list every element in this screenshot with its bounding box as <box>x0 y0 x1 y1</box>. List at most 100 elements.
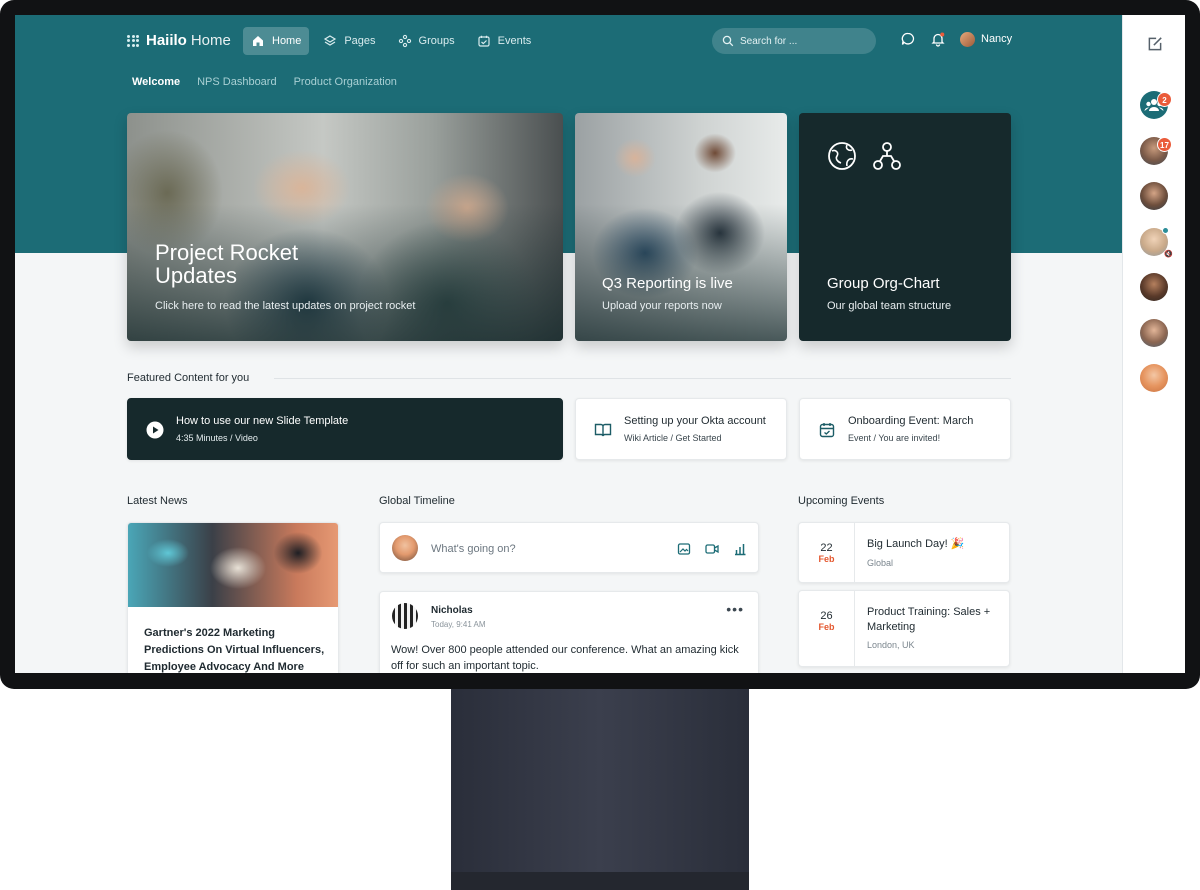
featured-item-onboarding[interactable]: Onboarding Event: March Event / You are … <box>799 398 1011 460</box>
nav-label: Pages <box>344 35 376 47</box>
event-title: Product Training: Sales + Marketing <box>867 606 991 633</box>
nav-item-home[interactable]: Home <box>243 27 310 55</box>
hero-card-subtitle: Click here to read the latest updates on… <box>155 300 416 312</box>
post-composer[interactable]: What's going on? <box>379 522 759 573</box>
avatar <box>392 603 418 629</box>
logo-dots-icon <box>127 34 139 47</box>
more-options-icon[interactable]: ••• <box>726 601 744 617</box>
post-body: Wow! Over 800 people attended our confer… <box>391 644 739 672</box>
video-icon[interactable] <box>705 542 719 556</box>
news-image <box>128 523 338 607</box>
avatar <box>392 535 418 561</box>
news-title: Gartner's 2022 Marketing Predictions On … <box>144 627 325 673</box>
section-title-timeline: Global Timeline <box>379 495 455 507</box>
post-author[interactable]: Nicholas <box>431 605 473 616</box>
monitor-stand <box>451 689 749 890</box>
notification-badge: 2 <box>1157 92 1172 107</box>
hero-card-subtitle: Upload your reports now <box>602 300 722 312</box>
search-placeholder: Search for ... <box>740 35 798 47</box>
calendar-check-icon <box>819 423 835 438</box>
section-title-events: Upcoming Events <box>798 495 885 507</box>
nav-item-groups[interactable]: Groups <box>390 27 463 55</box>
monitor-frame: Haiilo Home Home Pages Groups Events Sea… <box>0 0 1200 689</box>
featured-item-meta: Wiki Article / Get Started <box>624 433 722 443</box>
bell-icon[interactable] <box>930 31 946 47</box>
brand-name: Haiilo <box>146 32 187 49</box>
nav-item-events[interactable]: Events <box>469 27 540 55</box>
featured-item-meta: Event / You are invited! <box>848 433 941 443</box>
featured-item-slide-template[interactable]: How to use our new Slide Template 4:35 M… <box>127 398 563 460</box>
divider <box>274 378 1011 379</box>
chat-icon[interactable] <box>900 31 916 47</box>
featured-item-title: Setting up your Okta account <box>624 415 766 427</box>
event-day: 22 <box>820 542 833 554</box>
event-location: Global <box>867 558 894 568</box>
hero-card-project-rocket[interactable]: Project Rocket Updates Click here to rea… <box>127 113 563 341</box>
right-sidebar: 2 17 🔇 <box>1122 15 1185 673</box>
section-title-featured: Featured Content for you <box>127 372 250 384</box>
muted-icon: 🔇 <box>1164 251 1173 258</box>
user-menu[interactable]: Nancy <box>960 31 1013 47</box>
contact-avatar[interactable] <box>1140 182 1168 210</box>
event-item[interactable]: 22 Feb Big Launch Day! 🎉 Global <box>798 522 1010 583</box>
calendar-icon <box>478 35 490 47</box>
featured-item-meta: 4:35 Minutes / Video <box>176 433 258 443</box>
top-bar: Haiilo Home Home Pages Groups Events Sea… <box>127 27 1027 55</box>
user-name: Nancy <box>981 33 1013 45</box>
event-day: 26 <box>820 610 833 622</box>
poll-icon[interactable] <box>733 542 747 556</box>
groups-icon <box>398 34 411 48</box>
event-month: Feb <box>818 554 835 564</box>
event-date: 26 Feb <box>799 591 855 666</box>
hero-card-title: Project Rocket Updates <box>155 240 299 288</box>
sub-nav: Welcome NPS Dashboard Product Organizati… <box>132 76 397 88</box>
hero-card-title: Q3 Reporting is live <box>602 275 733 292</box>
image-icon[interactable] <box>677 542 691 556</box>
hero-card-title: Group Org-Chart <box>827 275 940 292</box>
tab-nps-dashboard[interactable]: NPS Dashboard <box>197 76 277 88</box>
tab-product-organization[interactable]: Product Organization <box>294 76 397 88</box>
home-icon <box>253 36 263 46</box>
globe-icon <box>828 142 856 170</box>
brand-suffix: Home <box>190 32 231 49</box>
nav-item-pages[interactable]: Pages <box>315 27 383 55</box>
nav-label: Events <box>497 35 532 47</box>
event-item[interactable]: 26 Feb Product Training: Sales + Marketi… <box>798 590 1010 667</box>
book-icon <box>594 423 612 437</box>
tab-welcome[interactable]: Welcome <box>132 76 180 88</box>
hero-card-q3-reporting[interactable]: Q3 Reporting is live Upload your reports… <box>575 113 787 341</box>
featured-item-title: Onboarding Event: March <box>848 415 974 427</box>
news-card[interactable]: Gartner's 2022 Marketing Predictions On … <box>127 522 339 673</box>
brand-logo[interactable]: Haiilo Home <box>127 32 231 49</box>
avatar <box>960 31 975 47</box>
contact-avatar[interactable] <box>1140 273 1168 301</box>
play-icon <box>146 421 164 439</box>
app-screen: Haiilo Home Home Pages Groups Events Sea… <box>15 15 1185 673</box>
org-chart-icon <box>873 142 901 170</box>
section-title-news: Latest News <box>127 495 188 507</box>
hero-card-subtitle: Our global team structure <box>827 300 952 312</box>
hero-card-org-chart[interactable]: Group Org-Chart Our global team structur… <box>799 113 1011 341</box>
event-location: London, UK <box>867 640 915 650</box>
event-title: Big Launch Day! 🎉 <box>867 538 965 550</box>
post-timestamp: Today, 9:41 AM <box>431 620 486 629</box>
monitor-stand-base <box>451 872 749 890</box>
nav-label: Groups <box>418 35 455 47</box>
notification-badge: 17 <box>1157 137 1172 152</box>
contact-avatar[interactable] <box>1140 319 1168 347</box>
composer-placeholder: What's going on? <box>431 543 516 555</box>
event-date: 22 Feb <box>799 523 855 582</box>
event-month: Feb <box>818 622 835 632</box>
layers-icon <box>324 35 337 46</box>
top-actions: Nancy <box>900 31 1012 47</box>
online-status-dot <box>1162 227 1169 234</box>
main-nav: Home Pages Groups Events <box>243 27 539 55</box>
contact-avatar[interactable] <box>1140 364 1168 392</box>
featured-item-title: How to use our new Slide Template <box>176 415 349 427</box>
search-icon <box>722 35 734 47</box>
featured-item-okta[interactable]: Setting up your Okta account Wiki Articl… <box>575 398 787 460</box>
search-input[interactable]: Search for ... <box>712 28 876 54</box>
nav-label: Home <box>272 35 302 47</box>
edit-icon[interactable] <box>1146 35 1164 53</box>
timeline-post[interactable]: Nicholas Today, 9:41 AM ••• Wow! Over 80… <box>379 591 759 673</box>
